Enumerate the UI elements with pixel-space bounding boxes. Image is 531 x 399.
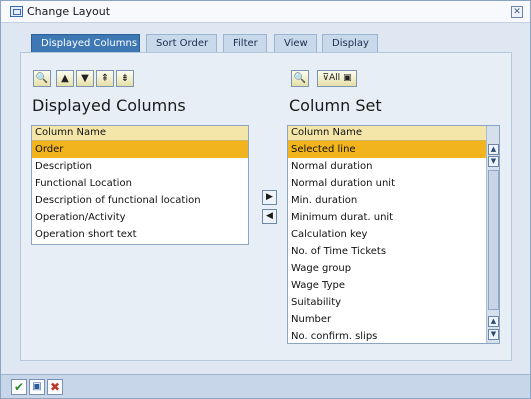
tab-display[interactable]: Display (322, 34, 378, 52)
tab-sort-order[interactable]: Sort Order (146, 34, 217, 52)
move-right-icon[interactable]: ▶ (262, 190, 277, 205)
column-set-rows: Column Name Selected line Normal duratio… (288, 126, 486, 343)
column-name-header[interactable]: Column Name (32, 126, 248, 141)
window-icon (10, 6, 23, 17)
scroll-down-icon[interactable]: ▼ (488, 156, 499, 167)
move-left-icon[interactable]: ◀ (262, 209, 277, 224)
scroll-up-icon[interactable]: ▲ (488, 144, 499, 155)
footer-bar: ✔ ▣ ✖ (1, 374, 530, 398)
confirm-icon[interactable]: ✔ (11, 379, 27, 395)
displayed-columns-list[interactable]: Column Name Order Description Functional… (31, 125, 249, 245)
move-down-icon[interactable]: ▼ (76, 70, 94, 87)
column-set-list[interactable]: Column Name Selected line Normal duratio… (287, 125, 500, 344)
list-item[interactable]: Selected line (288, 141, 486, 158)
tab-displayed-columns[interactable]: Displayed Columns (31, 34, 140, 52)
list-item[interactable]: Description (32, 158, 248, 175)
vertical-scrollbar[interactable]: ▲ ▼ ▲ ▼ (486, 126, 499, 343)
window-title: Change Layout (27, 5, 111, 18)
move-top-icon[interactable]: ⇞ (96, 70, 114, 87)
scroll-page-up-icon[interactable]: ▲ (488, 316, 499, 327)
move-bottom-icon[interactable]: ⇟ (116, 70, 134, 87)
list-item[interactable]: Number (288, 311, 486, 328)
find-icon[interactable]: 🔍 (291, 70, 309, 87)
list-item[interactable]: Normal duration (288, 158, 486, 175)
list-item[interactable]: Operation/Activity (32, 209, 248, 226)
list-item[interactable]: No. of Time Tickets (288, 243, 486, 260)
list-item[interactable]: Minimum durat. unit (288, 209, 486, 226)
list-item[interactable]: No. confirm. slips (288, 328, 486, 343)
list-item[interactable]: Description of functional location (32, 192, 248, 209)
column-name-header[interactable]: Column Name (288, 126, 486, 141)
list-item[interactable]: Wage Type (288, 277, 486, 294)
list-item[interactable]: Order (32, 141, 248, 158)
move-up-icon[interactable]: ▲ (56, 70, 74, 87)
close-icon[interactable]: ✕ (511, 6, 523, 18)
list-item[interactable]: Calculation key (288, 226, 486, 243)
displayed-columns-heading: Displayed Columns (32, 96, 186, 115)
filter-all-button[interactable]: ⊽All ▣ (317, 70, 357, 87)
title-bar: Change Layout ✕ (1, 1, 530, 23)
list-item[interactable]: Min. duration (288, 192, 486, 209)
save-icon[interactable]: ▣ (29, 379, 45, 395)
list-item[interactable]: Operation short text (32, 226, 248, 243)
tab-view[interactable]: View (274, 34, 317, 52)
find-icon[interactable]: 🔍 (33, 70, 51, 87)
scroll-thumb[interactable] (488, 170, 499, 310)
tab-filter[interactable]: Filter (223, 34, 267, 52)
list-item[interactable]: Normal duration unit (288, 175, 486, 192)
list-item[interactable]: Suitability (288, 294, 486, 311)
tab-panel: 🔍 ▲ ▼ ⇞ ⇟ Displayed Columns Column Name … (20, 52, 512, 361)
change-layout-dialog: Change Layout ✕ Displayed Columns Sort O… (0, 0, 531, 399)
cancel-icon[interactable]: ✖ (47, 379, 63, 395)
filter-all-label: All (329, 73, 341, 83)
list-item[interactable]: Wage group (288, 260, 486, 277)
list-item[interactable]: Functional Location (32, 175, 248, 192)
clipboard-icon: ▣ (343, 73, 352, 83)
column-set-heading: Column Set (289, 96, 382, 115)
scroll-page-down-icon[interactable]: ▼ (488, 329, 499, 340)
